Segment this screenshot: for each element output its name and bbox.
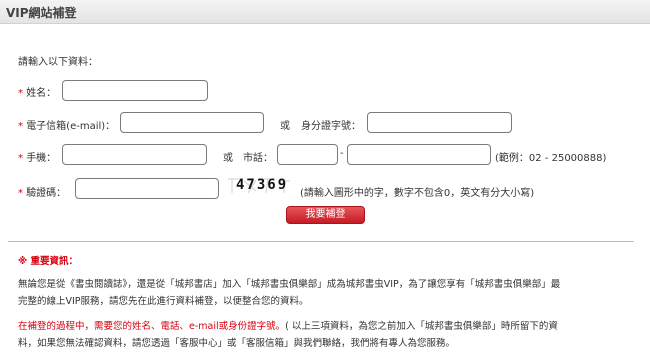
captcha-code: 47369 <box>236 177 289 193</box>
id-number-label: 身分證字號： <box>301 121 361 132</box>
name-label-group: * 姓名： <box>18 84 56 99</box>
id-number-input[interactable] <box>367 112 512 133</box>
or-label: 或 <box>280 121 290 132</box>
email-input[interactable] <box>120 112 264 133</box>
captcha-input[interactable] <box>75 178 219 199</box>
phone-dash: - <box>340 148 344 159</box>
captcha-image: 47369 <box>226 175 294 197</box>
phone-label: 市話： <box>243 153 273 164</box>
mobile-label-group: * 手機： <box>18 149 56 164</box>
phone-area-input[interactable] <box>277 144 338 165</box>
name-input[interactable] <box>62 80 208 101</box>
captcha-hint: (請輸入圖形中的字，數字不包含0，英文有分大小寫) <box>300 188 535 199</box>
email-label-group: * 電子信箱(e-mail)： <box>18 117 115 132</box>
form-intro: 請輸入以下資料： <box>18 57 98 68</box>
or-label: 或 <box>223 153 233 164</box>
name-label: 姓名： <box>26 88 57 99</box>
captcha-label-group: * 驗證碼： <box>18 184 66 199</box>
email-label: 電子信箱(e-mail)： <box>26 121 116 132</box>
required-mark: * <box>18 88 23 99</box>
required-mark: * <box>18 153 23 164</box>
page-title: VIP網站補登 <box>6 6 77 20</box>
notice-title: ※ 重要資訊： <box>18 256 79 267</box>
captcha-label: 驗證碼： <box>26 188 67 199</box>
title-bar: VIP網站補登 <box>0 0 650 24</box>
required-mark: * <box>18 121 23 132</box>
notice-paragraph-2-line-1: 在補登的過程中，需要您的姓名、電話、e-mail或身份證字號。( 以上三項資料，… <box>18 318 558 335</box>
notice-paragraph-1-line-2: 完整的線上VIP服務，請您先在此進行資料補登，以便整合您的資料。 <box>18 296 309 307</box>
phone-example: (範例：02 - 25000888) <box>495 153 607 164</box>
submit-button[interactable]: 我要補登 <box>286 206 365 224</box>
mobile-input[interactable] <box>62 144 207 165</box>
divider <box>8 241 634 242</box>
required-mark: * <box>18 188 23 199</box>
notice-paragraph-2-rest: ( 以上三項資料，為您之前加入「城邦書虫俱樂部」時所留下的資 <box>285 321 558 332</box>
notice-paragraph-1-line-1: 無論您是從《書虫閱讀誌》，還是從「城邦書店」加入「城邦書虫俱樂部」成為城邦書虫V… <box>18 279 561 290</box>
phone-number-input[interactable] <box>347 144 491 165</box>
notice-highlight: 在補登的過程中，需要您的姓名、電話、e-mail或身份證字號。 <box>18 321 286 332</box>
mobile-label: 手機： <box>26 153 57 164</box>
notice-paragraph-2-line-2: 料，如果您無法確認資料，請您透過「客服中心」或「客服信箱」與我們聯絡，我們將有專… <box>18 338 456 349</box>
